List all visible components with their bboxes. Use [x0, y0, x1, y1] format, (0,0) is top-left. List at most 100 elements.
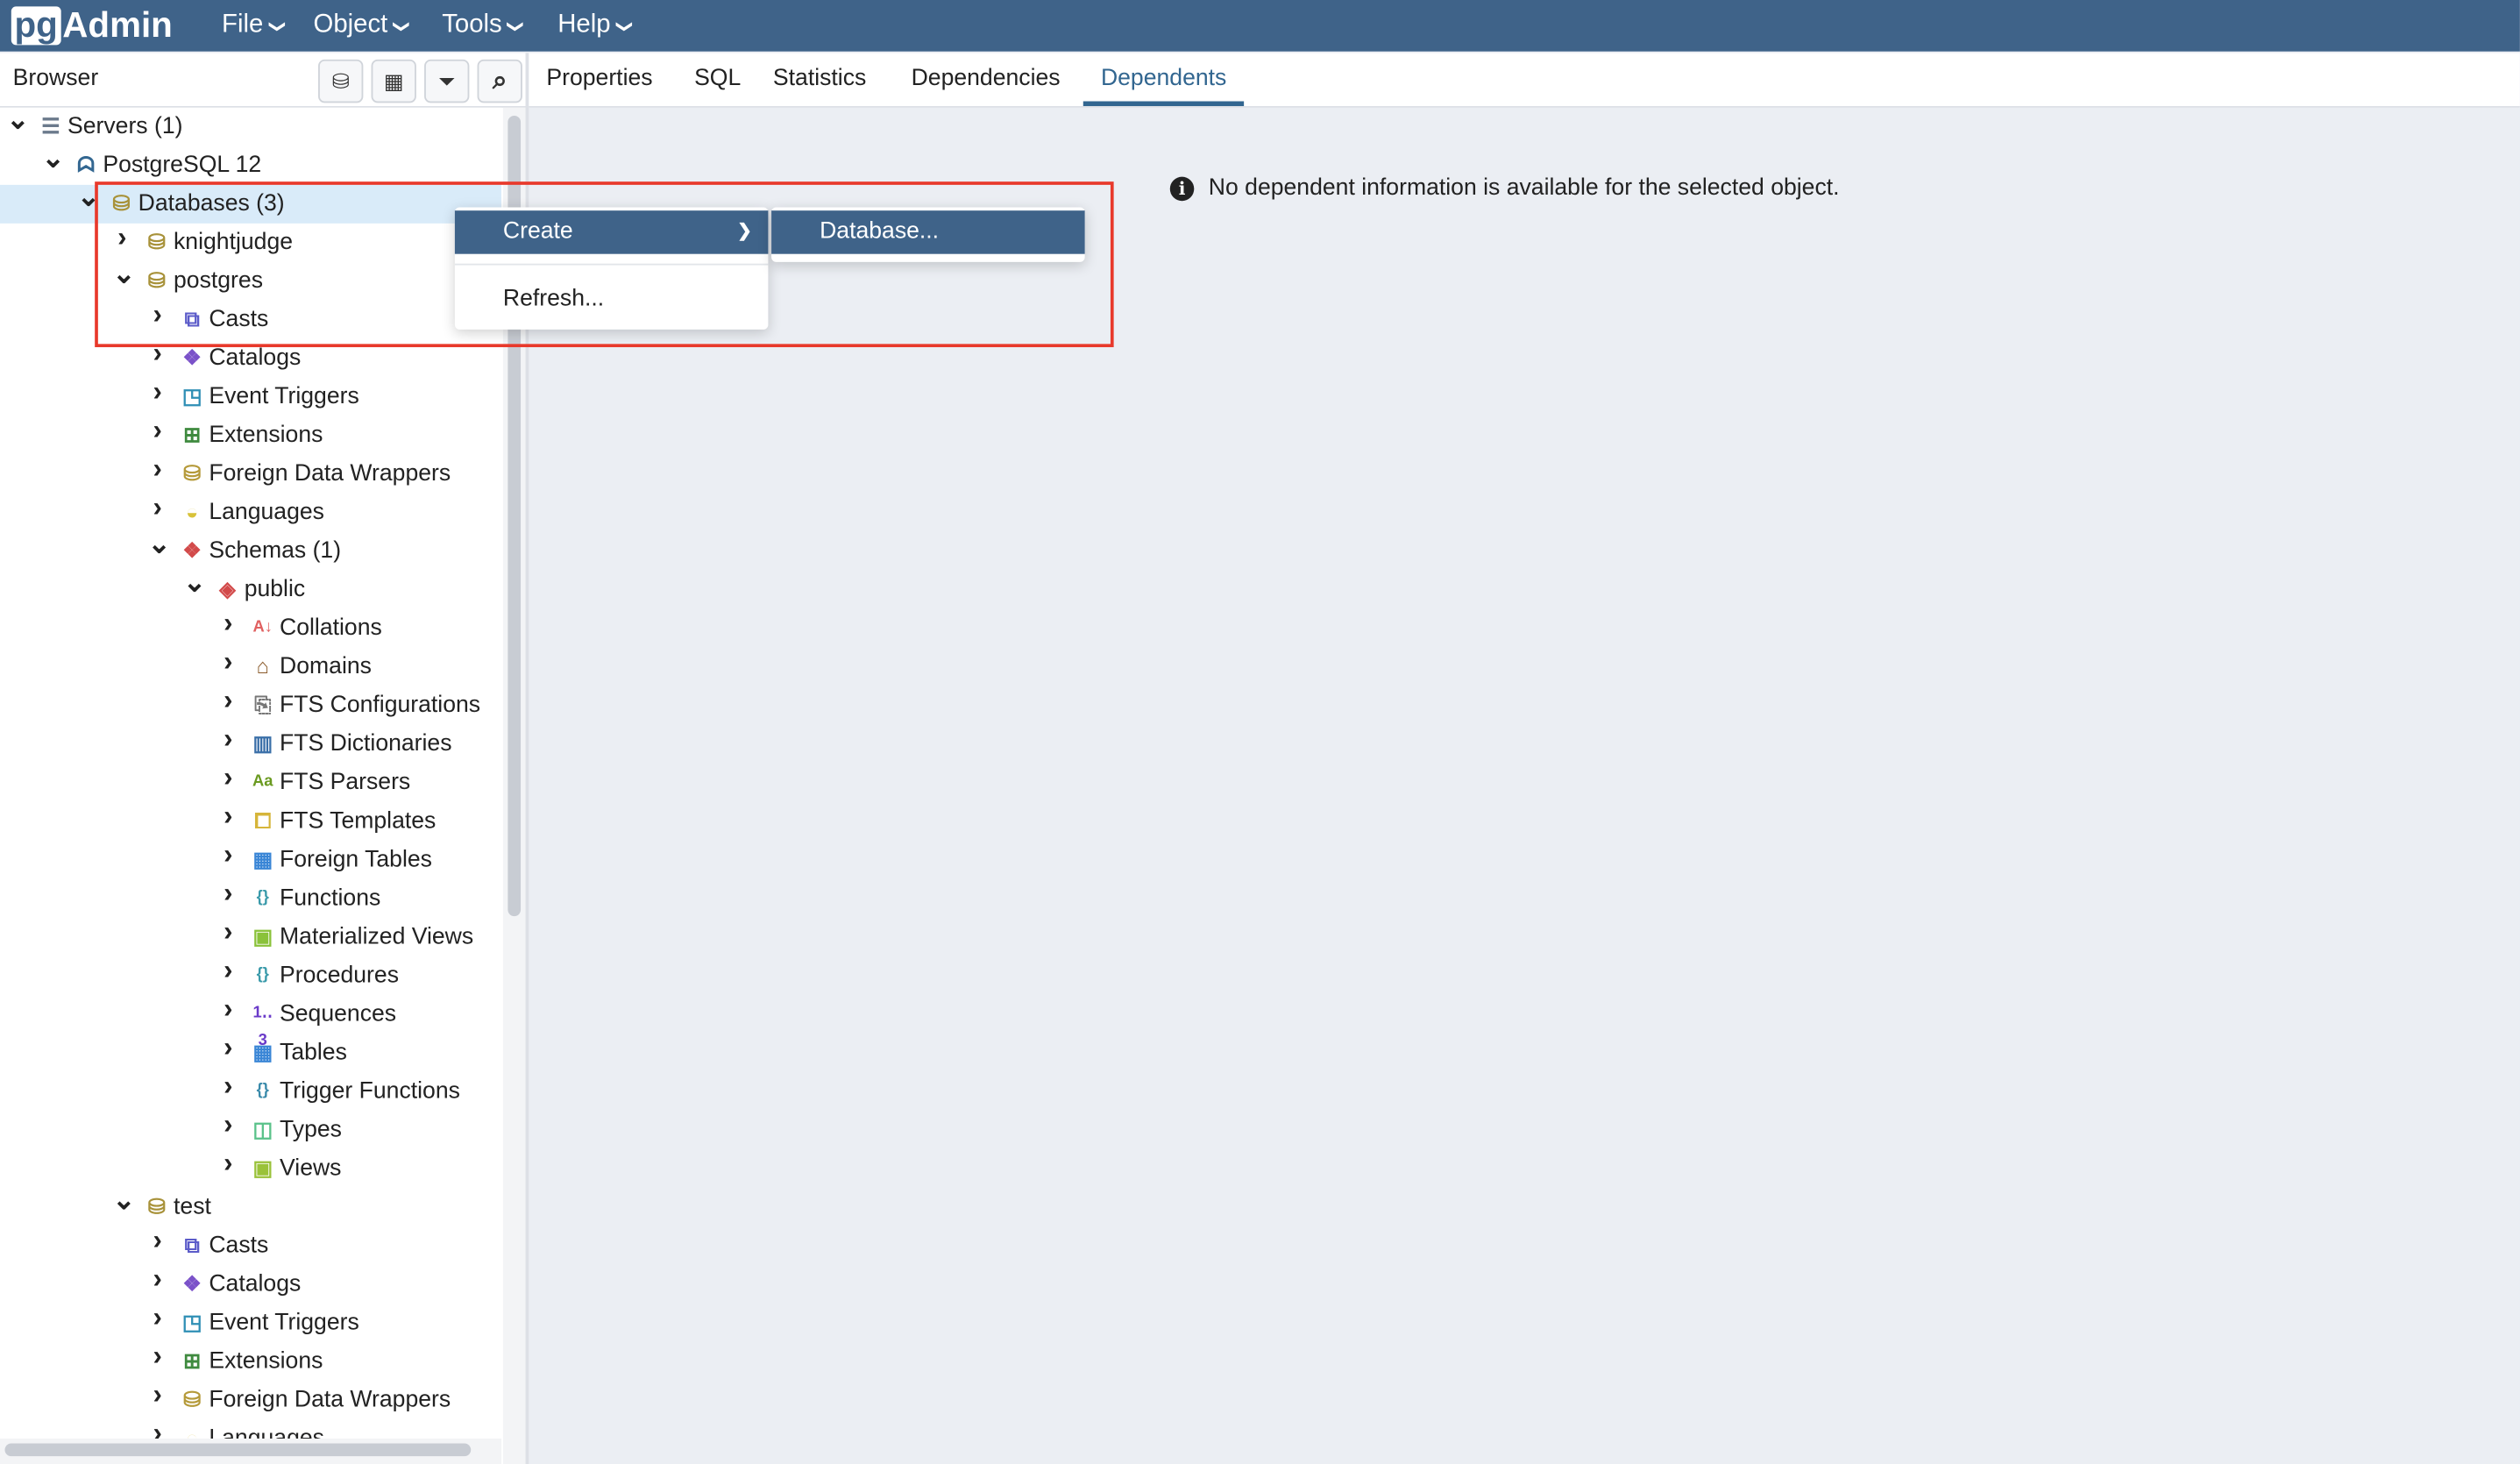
chevron-down-icon: ❯ [614, 18, 633, 33]
tree-node[interactable]: › ▣ Materialized Views [0, 918, 501, 956]
chevron-right-icon[interactable]: › [148, 416, 167, 444]
chevron-right-icon[interactable]: › [218, 725, 238, 752]
tree-node[interactable]: › {} Procedures [0, 956, 501, 995]
chevron-right-icon[interactable]: › [148, 1304, 167, 1331]
dependents-message: i No dependent information is available … [1169, 175, 1840, 201]
tree-node-label: Databases (3) [138, 191, 285, 217]
view-data-button[interactable]: ▦ [371, 59, 416, 103]
tree-node[interactable]: › ▦ Tables [0, 1034, 501, 1072]
tab-dependencies[interactable]: Dependencies [893, 53, 1077, 107]
menu-help[interactable]: Help ❯ [557, 0, 633, 52]
tree-node[interactable]: › ❖ Catalogs [0, 1265, 501, 1304]
chevron-right-icon[interactable]: › [218, 918, 238, 945]
tree-horizontal-scroll-thumb[interactable] [4, 1443, 472, 1457]
tree-node-label: Languages [209, 500, 324, 526]
chevron-right-icon[interactable]: › [218, 802, 238, 829]
chevron-right-icon[interactable]: › [148, 378, 167, 405]
context-menu-create[interactable]: Create ❯ [454, 210, 769, 254]
tree-node[interactable]: › ⊞ Extensions [0, 416, 501, 455]
tree-node[interactable]: ⌄ ❖ Schemas (1) [0, 530, 501, 571]
tree-node[interactable]: › {} Trigger Functions [0, 1072, 501, 1111]
query-tool-button[interactable]: ⛁ [318, 59, 364, 103]
chevron-right-icon[interactable]: › [148, 455, 167, 482]
chevron-right-icon[interactable]: › [218, 609, 238, 636]
tab-properties[interactable]: Properties [529, 53, 671, 107]
chevron-right-icon[interactable]: › [148, 1226, 167, 1254]
menu-tools[interactable]: Tools ❯ [442, 0, 524, 52]
tree-node[interactable]: ⌄ ⛁ test [0, 1186, 501, 1226]
tab-dependents[interactable]: Dependents [1083, 53, 1245, 107]
chevron-right-icon[interactable]: › [218, 1111, 238, 1138]
search-objects-button[interactable]: ⌕ [477, 59, 522, 103]
chevron-down-icon[interactable]: ⌄ [183, 569, 206, 596]
tree-node[interactable]: › ⧉ Casts [0, 1226, 501, 1265]
chevron-down-icon[interactable]: ⌄ [112, 1186, 135, 1213]
tree-node[interactable]: ⌄ ⛁ postgres [0, 260, 501, 301]
tree-node[interactable]: › {} Functions [0, 879, 501, 918]
tree-node[interactable]: ⌄ ᗣ PostgreSQL 12 [0, 145, 501, 185]
chevron-right-icon[interactable]: › [218, 686, 238, 714]
context-menu-refresh[interactable]: Refresh... [455, 278, 769, 322]
tree-node[interactable]: › Aa FTS Parsers [0, 764, 501, 802]
menu-object[interactable]: Object ❯ [314, 0, 410, 52]
servers-icon: ☰ [41, 114, 60, 139]
event-triggers-icon: ◳ [181, 1310, 202, 1334]
tab-statistics[interactable]: Statistics [756, 53, 884, 107]
chevron-right-icon[interactable]: › [148, 494, 167, 521]
tree-node[interactable]: › ❖ Catalogs [0, 339, 501, 378]
chevron-right-icon[interactable]: › [218, 1034, 238, 1061]
chevron-down-icon[interactable]: ⌄ [112, 260, 135, 288]
chevron-right-icon[interactable]: › [218, 1072, 238, 1099]
chevron-right-icon[interactable]: › [148, 301, 167, 328]
trigger-functions-icon: {} [256, 1081, 269, 1100]
tree-node[interactable]: › ⊞ Extensions [0, 1342, 501, 1381]
tree-node[interactable]: › ⌂ Domains [0, 648, 501, 686]
tree-node[interactable]: › ◳ Event Triggers [0, 378, 501, 416]
tree-node[interactable]: › ⛁ knightjudge [0, 224, 501, 262]
types-icon: ◫ [252, 1117, 273, 1141]
tree-node-label: FTS Configurations [280, 693, 481, 719]
chevron-right-icon[interactable]: › [148, 339, 167, 366]
tree-node[interactable]: › ▥ FTS Dictionaries [0, 725, 501, 764]
tree-node[interactable]: › ◳ Event Triggers [0, 1304, 501, 1342]
procedures-icon: {} [256, 965, 269, 984]
chevron-down-icon[interactable]: ⌄ [148, 530, 171, 558]
tree-node[interactable]: › ⛁ Foreign Data Wrappers [0, 455, 501, 494]
chevron-right-icon[interactable]: › [218, 956, 238, 984]
chevron-right-icon[interactable]: › [218, 995, 238, 1022]
chevron-down-icon[interactable]: ⌄ [42, 145, 65, 172]
tree-node[interactable]: › ⎘ FTS Configurations [0, 686, 501, 725]
tree-node[interactable]: › ◒ Languages [0, 494, 501, 532]
chevron-right-icon[interactable]: › [218, 879, 238, 906]
chevron-right-icon[interactable]: › [148, 1265, 167, 1292]
chevron-down-icon[interactable]: ⌄ [77, 183, 100, 210]
chevron-right-icon[interactable]: › [218, 764, 238, 791]
tree-node[interactable]: › ▦ Foreign Tables [0, 841, 501, 879]
submenu-create-database[interactable]: Database... [771, 210, 1085, 254]
tree-node[interactable]: › 1‥3 Sequences [0, 995, 501, 1049]
tree-node[interactable]: › ⧉ Casts [0, 301, 501, 339]
tree-node[interactable]: ⌄ ⛁ Databases (3) [0, 183, 502, 224]
chevron-right-icon[interactable]: › [218, 1149, 238, 1176]
tree-node[interactable]: › ▣ Views [0, 1149, 501, 1188]
context-menu: Create ❯ Refresh... [454, 207, 769, 330]
chevron-right-icon[interactable]: › [148, 1342, 167, 1369]
chevron-right-icon[interactable]: › [218, 841, 238, 868]
tree-node-label: Tables [280, 1040, 347, 1066]
tree-node[interactable]: ⌄ ☰ Servers (1) [0, 108, 501, 146]
chevron-down-icon[interactable]: ⌄ [6, 108, 29, 133]
chevron-right-icon[interactable]: › [148, 1381, 167, 1408]
tab-sql[interactable]: SQL [677, 53, 759, 107]
tree-node[interactable]: › ⧠ FTS Templates [0, 802, 501, 841]
chevron-right-icon[interactable]: › [112, 224, 131, 251]
tree-node[interactable]: › A↓ Collations [0, 609, 501, 648]
tree-node[interactable]: › ⛁ Foreign Data Wrappers [0, 1381, 501, 1419]
catalogs-icon: ❖ [182, 345, 202, 370]
tree-node[interactable]: ⌄ ◈ public [0, 569, 501, 609]
menu-file[interactable]: File ❯ [222, 0, 285, 52]
tree-node-label: Event Triggers [209, 1310, 359, 1336]
filtered-rows-button[interactable]: ⏷ [424, 59, 470, 103]
chevron-right-icon[interactable]: › [218, 648, 238, 675]
tree-node[interactable]: › ◫ Types [0, 1111, 501, 1149]
fts-parsers-icon: Aa [252, 772, 273, 792]
